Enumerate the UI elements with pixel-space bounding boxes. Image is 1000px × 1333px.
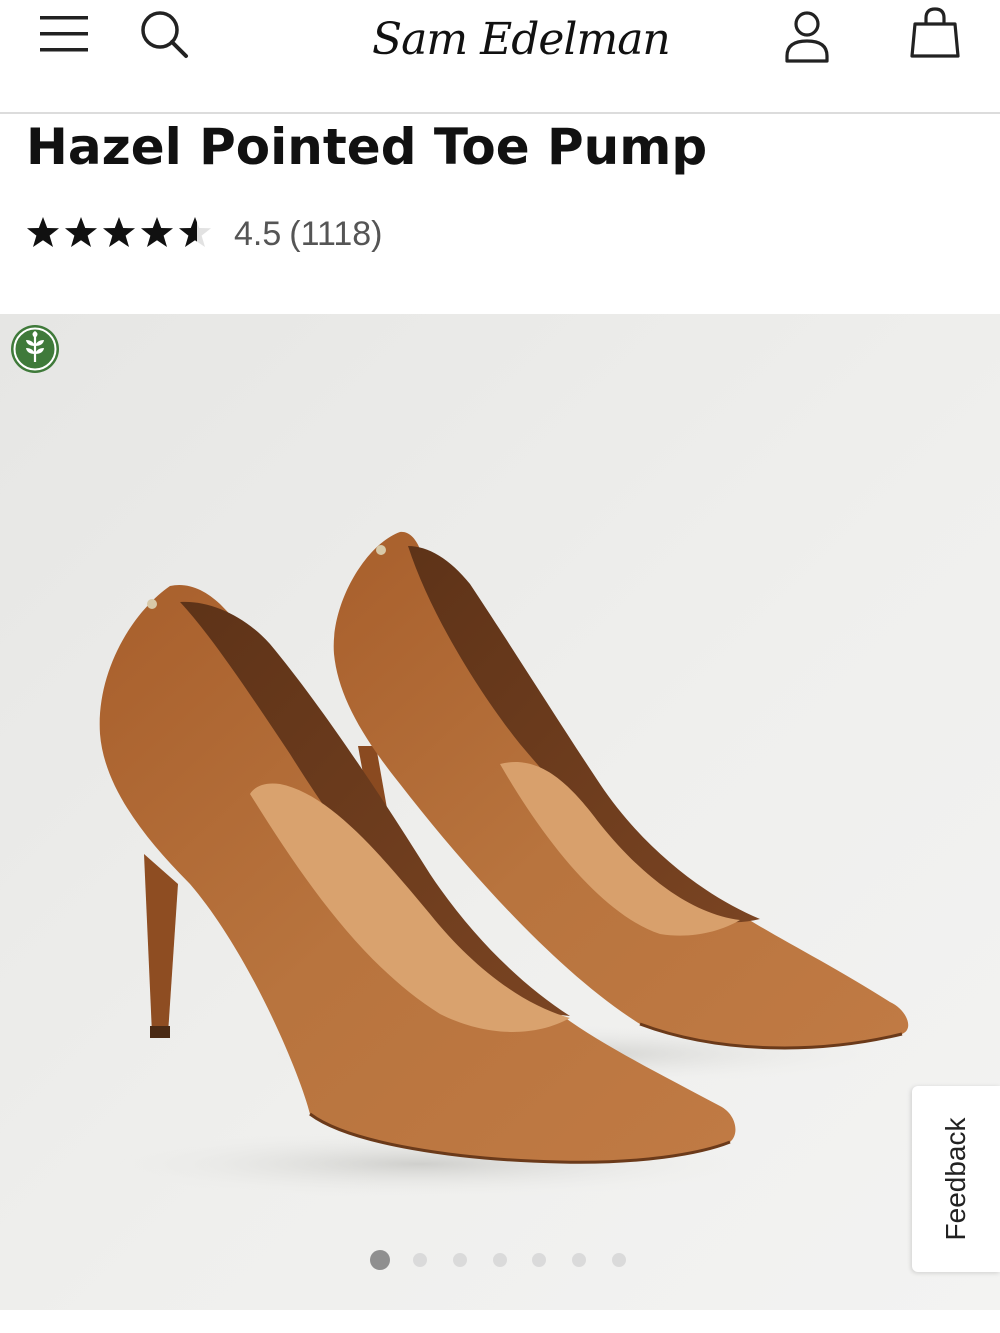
product-title: Hazel Pointed Toe Pump [26, 118, 708, 176]
product-rating[interactable]: 4.5 (1118) [26, 208, 446, 258]
star-rating-icon [27, 217, 211, 247]
carousel-dot-3[interactable] [453, 1253, 467, 1267]
rating-summary: 4.5 (1118) [234, 212, 383, 256]
site-header: Sam Edelman [0, 0, 1000, 114]
feedback-label: Feedback [940, 1117, 971, 1241]
product-image-gallery[interactable]: Feedback [0, 314, 1000, 1310]
carousel-dot-2[interactable] [413, 1253, 427, 1267]
review-count[interactable]: (1118) [289, 215, 382, 253]
user-account-icon[interactable] [782, 10, 832, 64]
carousel-dot-6[interactable] [572, 1253, 586, 1267]
brand-logo[interactable]: Sam Edelman [372, 0, 671, 80]
eco-leaf-badge-icon [10, 324, 60, 374]
carousel-dot-5[interactable] [532, 1253, 546, 1267]
product-photo [0, 314, 1000, 1310]
search-icon[interactable] [136, 8, 192, 60]
carousel-dot-4[interactable] [493, 1253, 507, 1267]
carousel-dot-7[interactable] [612, 1253, 626, 1267]
rating-value: 4.5 [234, 215, 282, 253]
shopping-bag-icon[interactable] [910, 6, 960, 60]
carousel-dot-1[interactable] [370, 1250, 390, 1270]
carousel-indicators [360, 1250, 640, 1274]
hamburger-menu-icon[interactable] [38, 12, 90, 56]
feedback-tab[interactable]: Feedback [912, 1086, 1000, 1272]
